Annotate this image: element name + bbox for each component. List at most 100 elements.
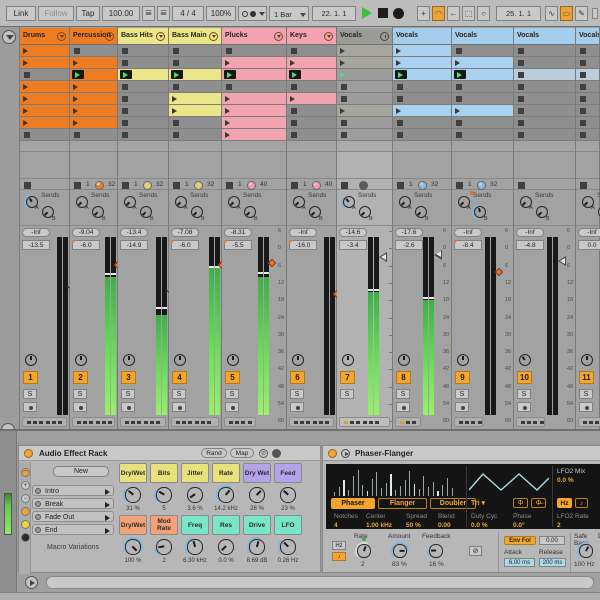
info-field[interactable] [46,576,594,589]
track-header[interactable]: Vocals [452,28,513,45]
scene-slot[interactable] [118,141,168,152]
empty-clip-slot[interactable] [452,81,513,93]
macro-knob[interactable] [185,485,205,505]
empty-clip-slot[interactable] [337,117,392,129]
clip-slot[interactable] [287,69,336,81]
clip-slot[interactable] [222,105,286,117]
empty-clip-slot[interactable] [393,81,451,93]
macro-knob[interactable] [278,537,298,557]
solo-button[interactable]: S [73,389,87,399]
empty-clip-slot[interactable] [576,129,599,141]
empty-clip-slot[interactable] [576,57,599,69]
empty-clip-slot[interactable] [393,117,451,129]
macro-knob[interactable] [278,485,298,505]
track-activator[interactable]: 9 [455,371,470,384]
track-dropdown-icon[interactable] [324,32,333,41]
macro-knob[interactable] [247,537,267,557]
macro-knob[interactable] [247,485,267,505]
clip-slot[interactable] [20,45,69,57]
track-dropdown-icon[interactable] [274,32,283,41]
track-activator[interactable]: 5 [225,371,240,384]
pencil-button[interactable]: ✎ [575,6,588,21]
track-stop-button[interactable] [173,182,180,189]
rack-icon-1[interactable]: + [21,481,30,490]
rack-icon-4[interactable] [21,520,30,529]
track-header[interactable]: Plucks [222,28,286,45]
param-value[interactable]: 1.00 kHz [366,522,392,529]
clip-slot[interactable] [20,57,69,69]
new-midi-track-button[interactable]: + [417,6,430,21]
empty-clip-slot[interactable] [576,81,599,93]
track-header[interactable]: Bass Hits [118,28,168,45]
clip-slot[interactable] [20,117,69,129]
empty-clip-slot[interactable] [118,45,168,57]
volume-fader-handle-automated[interactable] [268,259,276,267]
clip-slot[interactable] [169,69,221,81]
clip-slot[interactable] [287,57,336,69]
clip-slot[interactable] [70,93,117,105]
arm-button[interactable] [290,402,304,412]
stop-button[interactable] [378,8,388,18]
io-section-toggle[interactable] [2,30,16,44]
scene-slot[interactable] [169,141,221,152]
invert-button[interactable]: ⊘ [469,546,482,556]
clip-slot[interactable] [118,69,168,81]
rack-icon-3[interactable] [21,507,30,516]
track-stop-button[interactable] [122,182,129,189]
empty-clip-slot[interactable] [576,93,599,105]
arm-button[interactable] [23,402,37,412]
volume-field[interactable]: -4.8 [516,240,544,250]
empty-clip-slot[interactable] [514,129,575,141]
chain-item-break[interactable]: Break [32,498,114,509]
pan-knob[interactable] [23,352,40,369]
empty-clip-slot[interactable] [222,81,286,93]
tempo-field[interactable]: 100.00 [102,6,140,21]
empty-clip-slot[interactable] [222,45,286,57]
volume-field[interactable]: -2.6 [395,240,423,250]
device-title-bar[interactable]: Phaser-Flanger [323,446,600,461]
clip-slot[interactable] [337,45,392,57]
rack-icon-5[interactable] [21,533,30,542]
track-activator[interactable]: 8 [396,371,411,384]
track-header[interactable]: Bass Main [169,28,221,45]
track-stop-button[interactable] [74,182,81,189]
empty-clip-slot[interactable] [118,93,168,105]
macro-knob[interactable] [154,537,174,557]
lfo2-rate-value[interactable]: 2 [557,522,561,529]
pan-knob[interactable] [73,352,90,369]
preview-button[interactable] [25,576,38,589]
track-header[interactable]: Vocals [337,28,392,45]
track-stop-button[interactable] [291,182,298,189]
pan-knob[interactable] [579,352,596,369]
track-activator[interactable]: 6 [290,371,305,384]
pan-knob[interactable] [172,352,189,369]
macro-knob[interactable] [185,537,205,557]
clip-slot[interactable] [393,69,451,81]
empty-clip-slot[interactable] [514,105,575,117]
play-button[interactable] [362,7,372,19]
solo-button[interactable]: S [225,389,239,399]
solo-button[interactable]: S [121,389,135,399]
empty-clip-slot[interactable] [393,129,451,141]
clip-slot[interactable] [393,105,451,117]
track-dropdown-icon[interactable] [57,32,66,41]
pan-knob[interactable] [290,352,307,369]
track-header[interactable]: Keys [287,28,336,45]
empty-clip-slot[interactable] [452,117,513,129]
empty-clip-slot[interactable] [337,93,392,105]
clip-slot[interactable] [20,93,69,105]
empty-clip-slot[interactable] [287,45,336,57]
empty-clip-slot[interactable] [576,117,599,129]
pan-knob[interactable] [517,352,534,369]
empty-clip-slot[interactable] [169,57,221,69]
pan-knob[interactable] [455,352,472,369]
show-chains-toggle[interactable] [272,449,281,458]
clip-slot[interactable] [222,129,286,141]
clip-slot[interactable] [287,93,336,105]
chain-item-intro[interactable]: Intro [32,485,114,496]
volume-field[interactable]: -13.5 [22,240,50,250]
scene-slot[interactable] [222,141,286,152]
time-signature-field[interactable]: 4 / 4 [172,6,204,21]
empty-clip-slot[interactable] [576,105,599,117]
track-stop-button[interactable] [397,182,404,189]
